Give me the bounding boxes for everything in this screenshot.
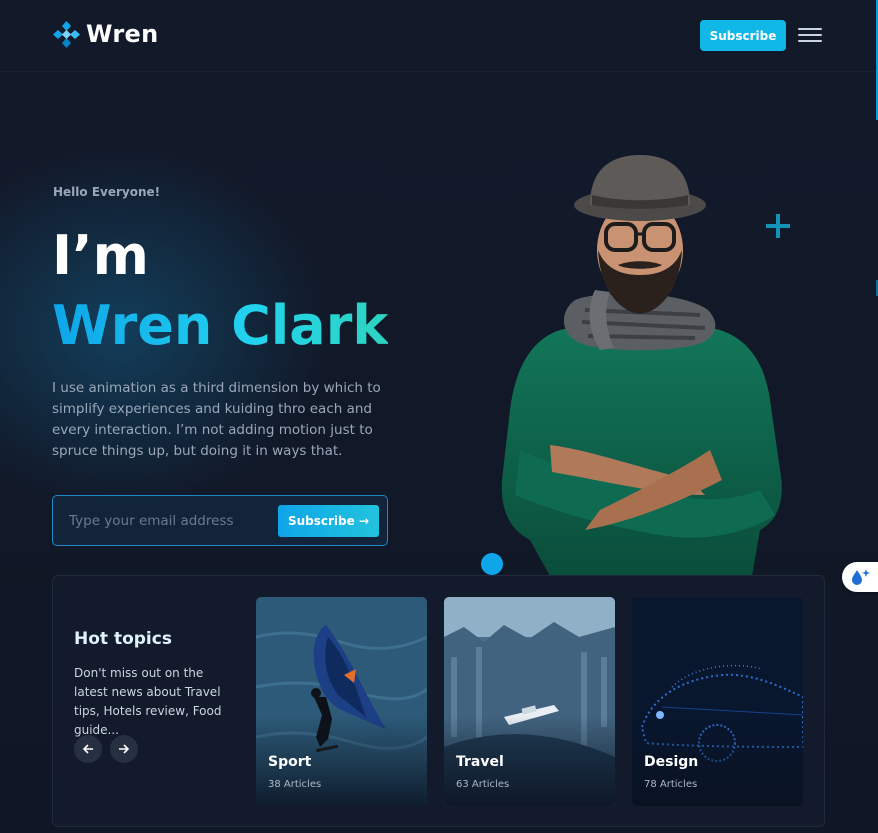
hot-topics-panel: Hot topics Don't miss out on the latest … bbox=[52, 575, 825, 827]
dot-decoration bbox=[481, 553, 503, 575]
next-topic-button[interactable] bbox=[110, 735, 138, 763]
hot-topics-text: Don't miss out on the latest news about … bbox=[74, 666, 222, 737]
hero-portrait-image bbox=[490, 150, 790, 576]
hero-name: Wren Clark bbox=[52, 292, 388, 360]
card-title: Travel bbox=[456, 754, 504, 770]
topic-card-design[interactable]: Design 78 Articles bbox=[632, 597, 803, 806]
page: Wren Subscribe Hello Everyone! I’m Wren … bbox=[0, 0, 878, 833]
email-subscribe-form: Subscribe → bbox=[52, 495, 388, 546]
hero-description: I use animation as a third dimension by … bbox=[52, 380, 381, 459]
hero-greeting: Hello Everyone! bbox=[53, 185, 161, 199]
hero-heading-line1: I’m bbox=[52, 224, 149, 287]
card-count: 78 Articles bbox=[644, 779, 698, 790]
card-title: Design bbox=[644, 754, 699, 770]
prev-topic-button[interactable] bbox=[74, 735, 102, 763]
card-count: 63 Articles bbox=[456, 779, 510, 790]
email-subscribe-button[interactable]: Subscribe → bbox=[278, 505, 379, 537]
floating-widget-button[interactable] bbox=[842, 562, 878, 592]
card-title: Sport bbox=[268, 754, 312, 770]
site-header: Wren Subscribe bbox=[0, 0, 878, 72]
hot-topics-title: Hot topics bbox=[74, 629, 172, 649]
hamburger-menu-icon[interactable] bbox=[798, 26, 822, 44]
wren-logo-icon bbox=[53, 20, 80, 48]
topic-card-sport[interactable]: Sport 38 Articles bbox=[256, 597, 427, 806]
topic-card-travel[interactable]: Travel 63 Articles bbox=[444, 597, 615, 806]
card-count: 38 Articles bbox=[268, 779, 322, 790]
header-subscribe-button[interactable]: Subscribe bbox=[700, 20, 786, 51]
email-input[interactable] bbox=[69, 509, 269, 533]
logo-text: Wren bbox=[86, 20, 159, 48]
logo[interactable]: Wren bbox=[53, 20, 158, 48]
